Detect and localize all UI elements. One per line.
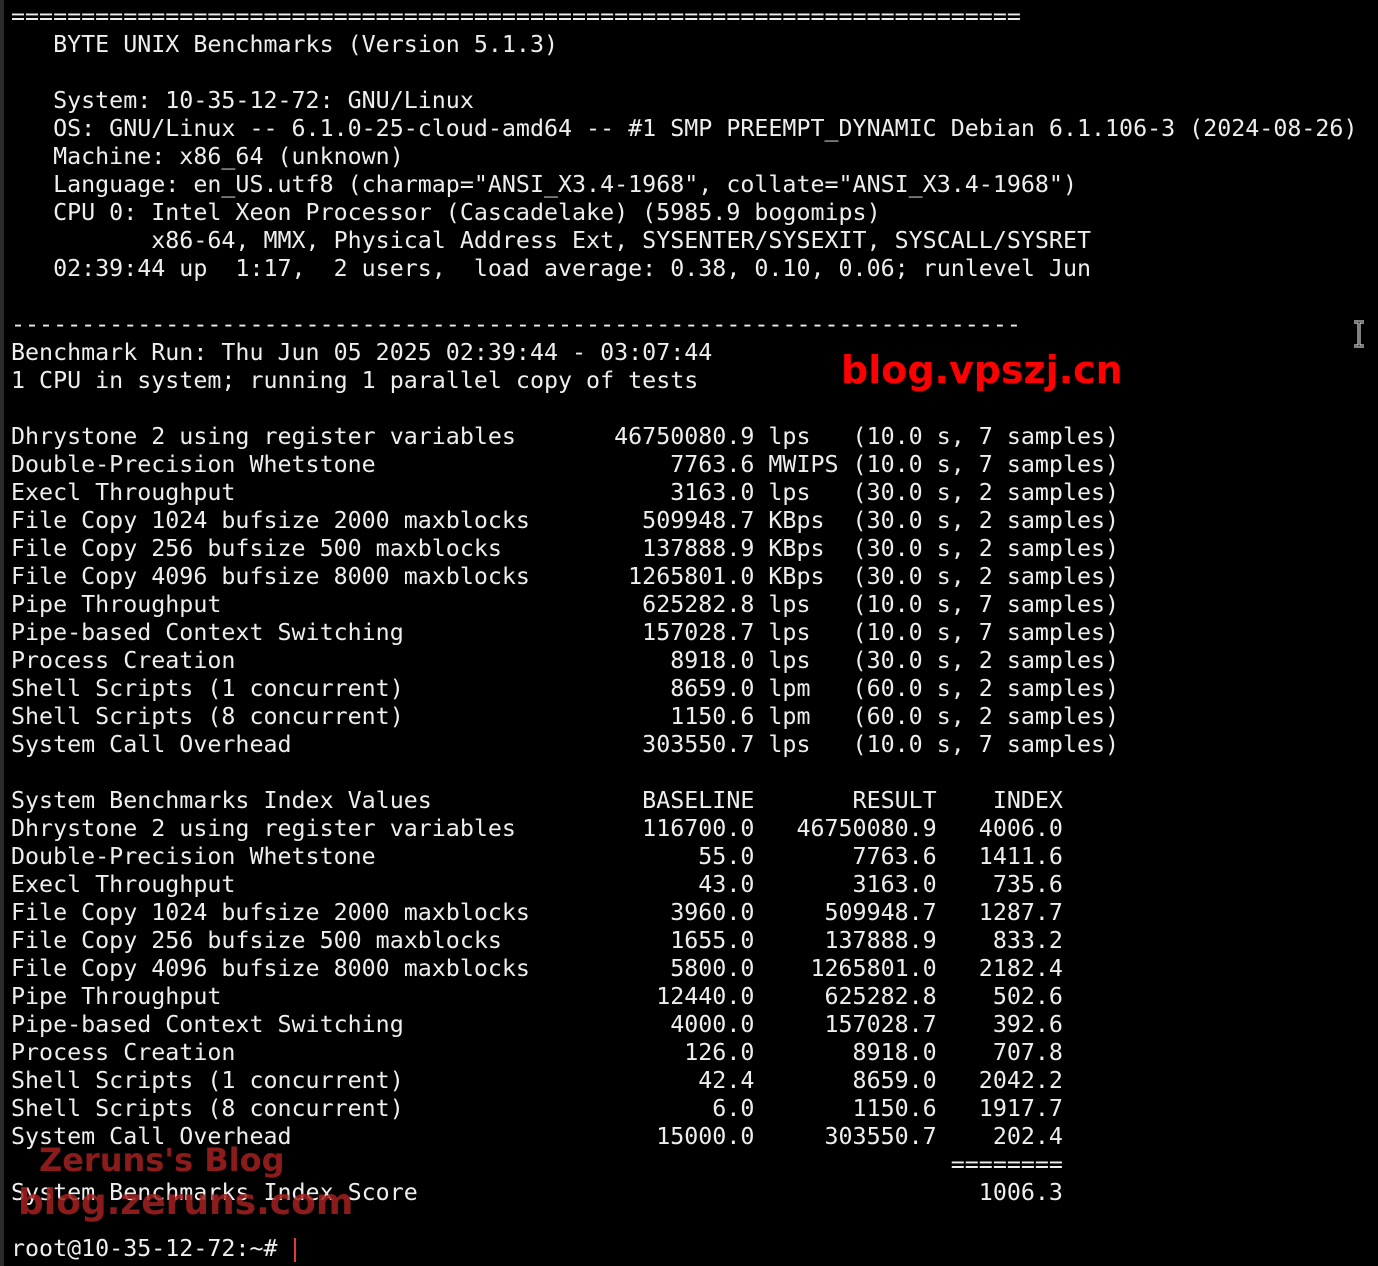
result-row: Double-Precision Whetstone 7763.6 MWIPS …: [11, 451, 1120, 478]
index-row: File Copy 256 bufsize 500 maxblocks 1655…: [11, 927, 1063, 954]
result-row: Pipe-based Context Switching 157028.7 lp…: [11, 619, 1120, 646]
index-row: File Copy 1024 bufsize 2000 maxblocks 39…: [11, 899, 1063, 926]
benchmark-run-time: Benchmark Run: Thu Jun 05 2025 02:39:44 …: [11, 339, 713, 366]
shell-prompt: root@10-35-12-72:~#: [11, 1235, 292, 1262]
system-info: System: 10-35-12-72: GNU/Linux: [11, 87, 474, 114]
language-info: Language: en_US.utf8 (charmap="ANSI_X3.4…: [11, 171, 1077, 198]
index-row: File Copy 4096 bufsize 8000 maxblocks 58…: [11, 955, 1063, 982]
benchmark-title: BYTE UNIX Benchmarks (Version 5.1.3): [11, 31, 559, 58]
index-row: Shell Scripts (8 concurrent) 6.0 1150.6 …: [11, 1095, 1063, 1122]
machine-info: Machine: x86_64 (unknown): [11, 143, 404, 170]
result-row: Execl Throughput 3163.0 lps (30.0 s, 2 s…: [11, 479, 1120, 506]
index-table-header: System Benchmarks Index Values BASELINE …: [11, 787, 1063, 814]
index-row: Shell Scripts (1 concurrent) 42.4 8659.0…: [11, 1067, 1063, 1094]
cpu-flags: x86-64, MMX, Physical Address Ext, SYSEN…: [11, 227, 1091, 254]
result-row: System Call Overhead 303550.7 lps (10.0 …: [11, 731, 1120, 758]
separator-line: ========================================…: [11, 3, 1021, 30]
result-row: File Copy 4096 bufsize 8000 maxblocks 12…: [11, 563, 1120, 590]
result-row: Process Creation 8918.0 lps (30.0 s, 2 s…: [11, 647, 1120, 674]
result-row: File Copy 256 bufsize 500 maxblocks 1378…: [11, 535, 1120, 562]
watermark-vpszj: blog.vpszj.cn: [841, 348, 1123, 392]
index-row: Execl Throughput 43.0 3163.0 735.6: [11, 871, 1063, 898]
result-row: Shell Scripts (8 concurrent) 1150.6 lpm …: [11, 703, 1120, 730]
index-row: Dhrystone 2 using register variables 116…: [11, 815, 1063, 842]
index-row: Double-Precision Whetstone 55.0 7763.6 1…: [11, 843, 1063, 870]
watermark-zeruns-title: Zeruns's Blog: [39, 1141, 285, 1179]
watermark-zeruns-url: blog.zeruns.com: [18, 1182, 354, 1223]
result-row: File Copy 1024 bufsize 2000 maxblocks 50…: [11, 507, 1120, 534]
index-row: Process Creation 126.0 8918.0 707.8: [11, 1039, 1063, 1066]
cpu-info: CPU 0: Intel Xeon Processor (Cascadelake…: [11, 199, 881, 226]
dashed-separator: ----------------------------------------…: [11, 311, 1021, 338]
os-info: OS: GNU/Linux -- 6.1.0-25-cloud-amd64 --…: [11, 115, 1358, 142]
result-row: Dhrystone 2 using register variables 467…: [11, 423, 1120, 450]
cpu-count-line: 1 CPU in system; running 1 parallel copy…: [11, 367, 699, 394]
uptime-info: 02:39:44 up 1:17, 2 users, load average:…: [11, 255, 1091, 282]
terminal-window[interactable]: ========================================…: [0, 0, 1378, 1266]
shell-prompt-line[interactable]: root@10-35-12-72:~#: [11, 1235, 296, 1263]
text-cursor: [293, 1237, 296, 1262]
result-row: Shell Scripts (1 concurrent) 8659.0 lpm …: [11, 675, 1120, 702]
text-ibeam-cursor-icon: [1351, 320, 1367, 348]
result-row: Pipe Throughput 625282.8 lps (10.0 s, 7 …: [11, 591, 1120, 618]
index-row: Pipe-based Context Switching 4000.0 1570…: [11, 1011, 1063, 1038]
index-row: Pipe Throughput 12440.0 625282.8 502.6: [11, 983, 1063, 1010]
